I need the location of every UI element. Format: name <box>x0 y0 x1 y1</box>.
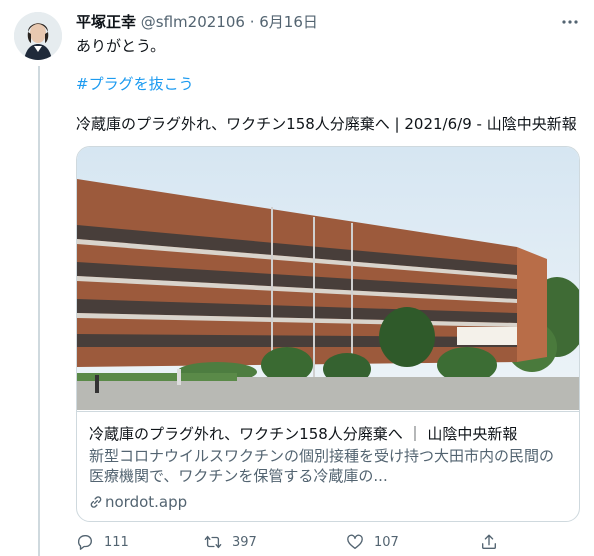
tweet-headline: 冷蔵庫のプラグ外れ、ワクチン158人分廃棄へ | 2021/6/9 - 山陰中央… <box>76 115 577 133</box>
avatar[interactable] <box>14 12 62 60</box>
card-body[interactable]: 冷蔵庫のプラグ外れ、ワクチン158人分廃棄へ ｜ 山陰中央新報 新型コロナウイル… <box>77 411 579 521</box>
more-icon[interactable] <box>560 12 584 32</box>
card-domain-label: nordot.app <box>105 493 188 511</box>
reply-count: 111 <box>104 534 129 550</box>
tweet-actions: 111 397 107 <box>76 530 576 554</box>
hashtag-link[interactable]: #プラグを抜こう <box>76 74 194 94</box>
share-icon <box>482 534 496 549</box>
reply-icon <box>77 535 92 550</box>
card-domain[interactable]: nordot.app <box>89 492 187 512</box>
share-button[interactable] <box>480 530 498 554</box>
card-title[interactable]: 冷蔵庫のプラグ外れ、ワクチン158人分廃棄へ ｜ 山陰中央新報 <box>89 424 517 444</box>
card-description: 新型コロナウイルスワクチンの個別接種を受け持つ大田市内の民間の医療機関で、ワクチ… <box>89 447 555 485</box>
thread-line <box>38 66 40 556</box>
link-card[interactable]: 冷蔵庫のプラグ外れ、ワクチン158人分廃棄へ ｜ 山陰中央新報 新型コロナウイル… <box>76 146 580 522</box>
card-image[interactable] <box>77 147 579 410</box>
link-icon <box>90 496 102 508</box>
retweet-button[interactable]: 397 <box>204 530 257 554</box>
retweet-count: 397 <box>232 534 257 550</box>
like-button[interactable]: 107 <box>346 530 399 554</box>
user-handle[interactable]: @sflm202106 <box>141 13 245 31</box>
retweet-icon <box>204 535 222 549</box>
separator: · <box>244 13 260 31</box>
heart-icon <box>347 534 363 549</box>
tweet-text-line: ありがとう。 <box>76 37 166 55</box>
avatar-image <box>14 12 62 60</box>
display-name[interactable]: 平塚正幸 <box>76 13 136 31</box>
like-count: 107 <box>374 534 399 550</box>
reply-button[interactable]: 111 <box>76 530 129 554</box>
tweet-date[interactable]: 6月16日 <box>259 13 318 31</box>
tweet-header: 平塚正幸 @sflm202106 · 6月16日 <box>76 12 318 32</box>
